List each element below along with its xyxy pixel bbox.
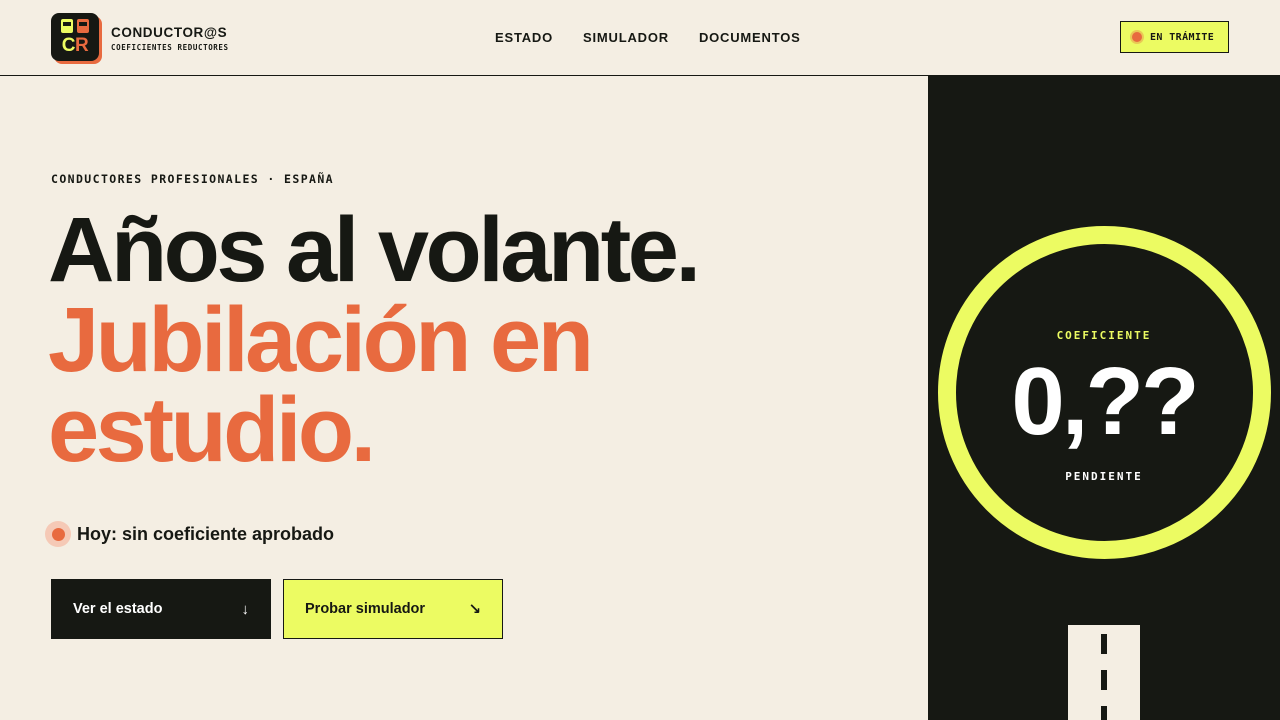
brand-logo-link[interactable]: CR CONDUCTOR@S COEFICIENTES REDUCTORES — [51, 13, 229, 64]
view-status-button[interactable]: Ver el estado ↓ — [51, 579, 271, 639]
brand-text: CONDUCTOR@S COEFICIENTES REDUCTORES — [111, 25, 229, 52]
arrow-down-right-icon: ↘ — [468, 601, 481, 618]
headline-line-2: Jubilación en — [48, 289, 594, 391]
headline-line-3: estudio. — [48, 379, 376, 481]
main-nav: ESTADO SIMULADOR DOCUMENTOS — [495, 30, 831, 45]
hero-headline: Años al volante. Jubilación en estudio. — [48, 199, 701, 481]
road-illustration — [1068, 625, 1140, 720]
try-simulator-button[interactable]: Probar simulador ↘ — [283, 579, 503, 639]
nav-item-simulador[interactable]: SIMULADOR — [583, 30, 669, 45]
today-status: Hoy: sin coeficiente aprobado — [45, 521, 334, 547]
hero-eyebrow: CONDUCTORES PROFESIONALES · ESPAÑA — [51, 172, 335, 186]
status-badge[interactable]: EN TRÁMITE — [1120, 21, 1229, 53]
status-dot-icon — [1132, 32, 1142, 42]
today-status-text: Hoy: sin coeficiente aprobado — [77, 523, 335, 544]
coefficient-panel: COEFICIENTE 0,?? PENDIENTE — [928, 76, 1280, 720]
logo-icon: CR — [51, 13, 102, 64]
pulse-dot-icon — [45, 521, 71, 547]
coefficient-status: PENDIENTE — [1065, 470, 1143, 483]
brand-subtitle: COEFICIENTES REDUCTORES — [111, 42, 229, 52]
brand-name: CONDUCTOR@S — [111, 24, 228, 40]
site-header: CR CONDUCTOR@S COEFICIENTES REDUCTORES E… — [0, 0, 1280, 76]
nav-item-documentos[interactable]: DOCUMENTOS — [699, 30, 801, 45]
logo-initials: CR — [61, 35, 89, 56]
headline-line-1: Años al volante. — [48, 199, 701, 301]
road-dash — [1101, 634, 1107, 654]
try-simulator-button-label: Probar simulador — [305, 601, 426, 617]
arrow-down-icon: ↓ — [241, 600, 250, 618]
view-status-button-label: Ver el estado — [73, 601, 163, 617]
road-dash — [1101, 706, 1107, 720]
status-badge-label: EN TRÁMITE — [1150, 31, 1215, 43]
coefficient-label: COEFICIENTE — [1056, 329, 1152, 342]
road-dash — [1101, 670, 1107, 690]
logo-badge: CR — [51, 13, 99, 61]
coefficient-value: 0,?? — [1011, 348, 1199, 455]
nav-item-estado[interactable]: ESTADO — [495, 30, 553, 45]
